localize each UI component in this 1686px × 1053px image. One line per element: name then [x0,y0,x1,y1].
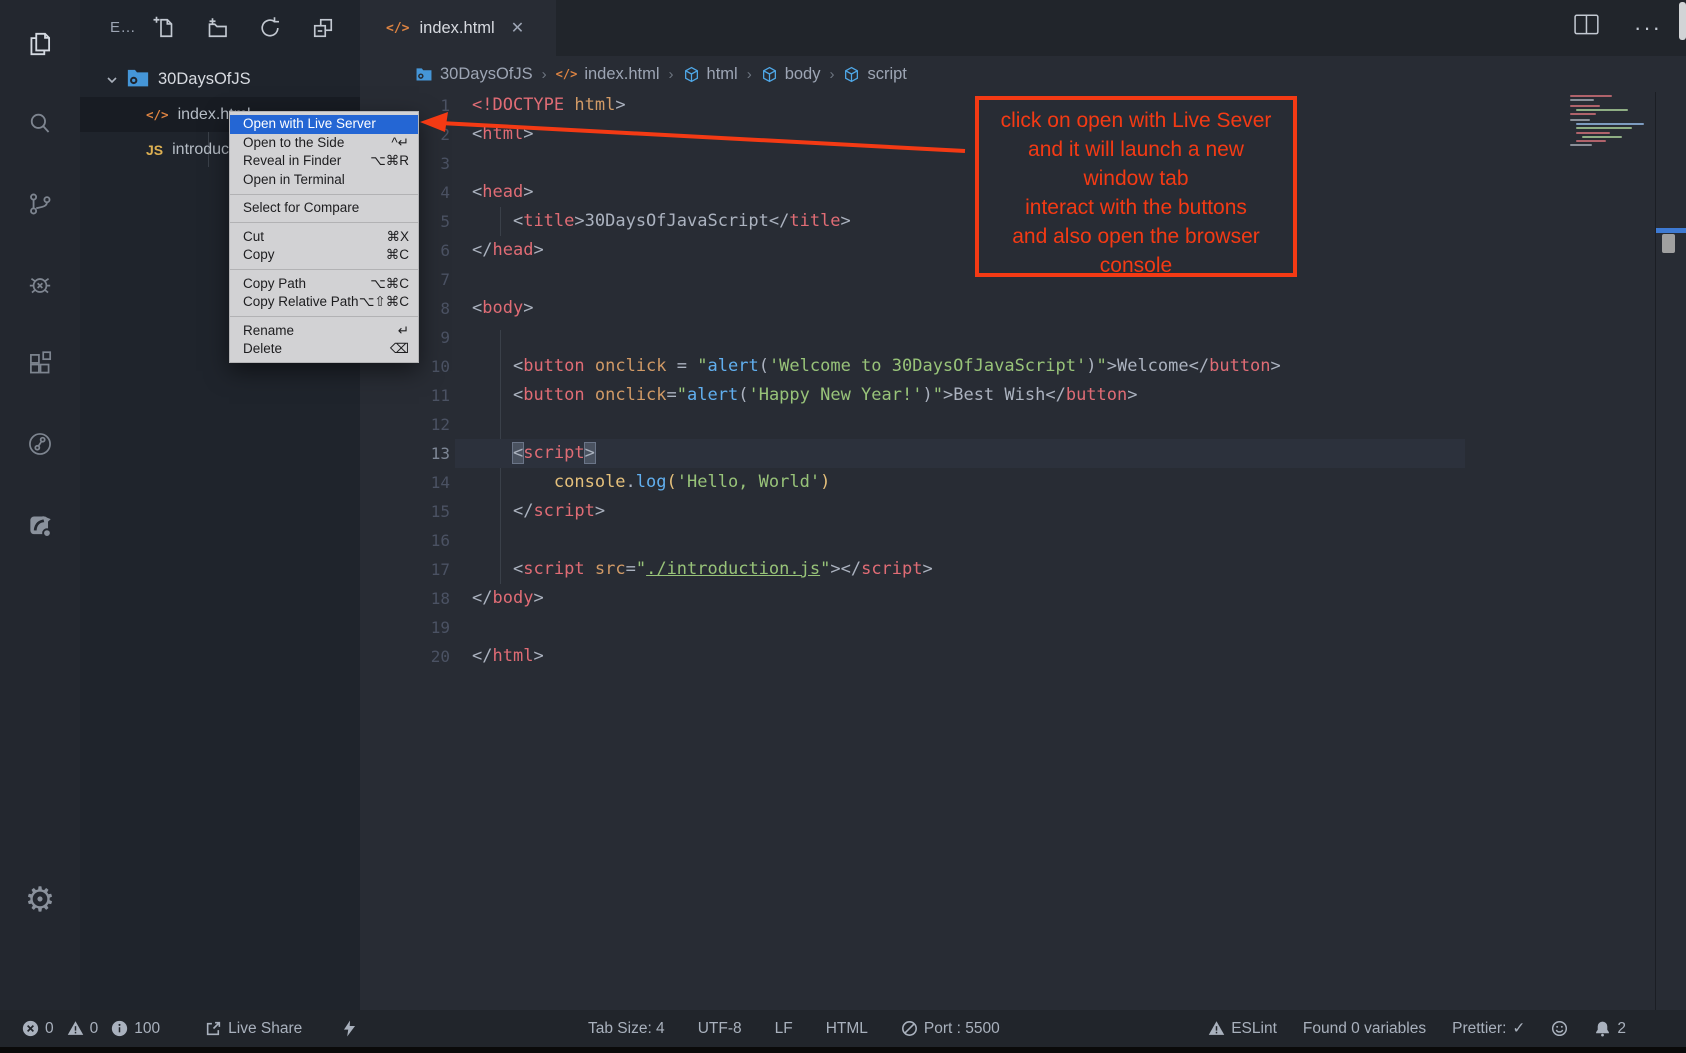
folder-icon [126,68,150,92]
folder-label: 30DaysOfJS [158,70,251,89]
info-icon [111,1020,128,1037]
line-number: 14 [360,468,450,497]
menu-item-open-in-terminal[interactable]: Open in Terminal [230,171,418,190]
menu-item-copy[interactable]: Copy⌘C [230,246,418,265]
minimap[interactable] [1570,95,1658,145]
code-line: <title>30DaysOfJavaScript</title> [472,207,851,236]
live-share-status[interactable]: Live Share [205,1020,302,1038]
code-line: <script src="./introduction.js"></script… [472,555,933,584]
menu-item-reveal-in-finder[interactable]: Reveal in Finder⌥⌘R [230,152,418,171]
vscode-window: ⚙ E… [0,0,1686,1053]
code-line: <!DOCTYPE html> [472,91,626,120]
annotation-box: click on open with Live Sever and it wil… [975,96,1297,277]
warning-icon [67,1020,84,1037]
line-number: 13 [360,439,450,468]
feedback-smiley[interactable] [1551,1020,1568,1037]
extensions-icon[interactable] [0,334,80,394]
live-share-icon[interactable] [0,414,80,474]
menu-item-select-for-compare[interactable]: Select for Compare [230,199,418,218]
refresh-icon[interactable] [258,16,282,45]
new-folder-icon[interactable] [205,16,229,45]
lightning-icon[interactable] [341,1020,358,1037]
line-number: 15 [360,497,450,526]
problems-warnings[interactable]: 0 [67,1020,99,1038]
html-file-icon: </> [146,107,169,122]
tab-size-status[interactable]: Tab Size: 4 [588,1020,665,1038]
problems-errors[interactable]: 0 [22,1020,54,1038]
menu-item-cut[interactable]: Cut⌘X [230,228,418,247]
overview-marker [1656,228,1686,233]
context-menu: Open with Live ServerOpen to the Side^↵R… [229,111,419,363]
search-icon[interactable] [0,94,80,154]
code-line: <html> [472,120,533,149]
check-icon: ✓ [1512,1019,1525,1038]
line-number: 17 [360,555,450,584]
chevron-down-icon [104,72,120,88]
encoding-status[interactable]: UTF-8 [698,1020,742,1038]
source-control-icon[interactable] [0,174,80,234]
menu-item-rename[interactable]: Rename↵ [230,322,418,341]
line-number: 18 [360,584,450,613]
prettier-status[interactable]: Prettier: ✓ [1452,1019,1525,1038]
menu-separator [230,194,418,195]
share-arrow-icon[interactable] [0,494,80,554]
window-bottom-edge [0,1047,1686,1053]
code-line: </body> [472,584,544,613]
menu-item-delete[interactable]: Delete⌫ [230,340,418,359]
variables-status[interactable]: Found 0 variables [1303,1020,1426,1038]
line-number: 12 [360,410,450,439]
menu-separator [230,316,418,317]
port-status[interactable]: Port : 5500 [901,1020,1000,1038]
share-icon [205,1020,222,1037]
code-line: <body> [472,294,533,323]
problems-infos[interactable]: 100 [111,1020,160,1038]
new-file-icon[interactable] [152,16,176,45]
settings-gear-icon[interactable]: ⚙ [0,870,80,930]
js-file-icon: JS [146,142,163,158]
code-line: </html> [472,642,544,671]
error-icon [22,1020,39,1037]
current-line-highlight [455,439,1465,468]
explorer-header: E… [80,0,360,56]
status-bar: 0 0 100 Live Share Tab Size: 4 UTF-8 LF … [0,1010,1686,1047]
collapse-all-icon[interactable] [311,16,335,45]
eol-status[interactable]: LF [775,1020,793,1038]
scrollbar-remnant [1679,2,1686,40]
code-line: </head> [472,236,544,265]
port-icon [901,1020,918,1037]
menu-item-open-to-the-side[interactable]: Open to the Side^↵ [230,134,418,153]
line-number: 19 [360,613,450,642]
activity-bar: ⚙ [0,0,80,1010]
line-number: 16 [360,526,450,555]
bell-icon [1594,1020,1611,1037]
debug-icon[interactable] [0,254,80,314]
folder-row-30daysofjs[interactable]: 30DaysOfJS [80,62,360,97]
files-icon[interactable] [0,14,80,74]
menu-item-copy-path[interactable]: Copy Path⌥⌘C [230,275,418,294]
code-line: <script> [472,439,595,468]
code-line: <head> [472,178,533,207]
code-line: <button onclick = "alert('Welcome to 30D… [472,352,1281,381]
warning-icon [1208,1020,1225,1037]
eslint-status[interactable]: ESLint [1208,1020,1277,1038]
code-line: console.log('Hello, World') [472,468,830,497]
language-status[interactable]: HTML [826,1020,868,1038]
explorer-title: E… [110,19,136,36]
menu-separator [230,222,418,223]
scrollbar-thumb[interactable] [1662,234,1675,253]
smiley-icon [1551,1020,1568,1037]
line-number: 20 [360,642,450,671]
code-line: </script> [472,497,605,526]
line-number: 11 [360,381,450,410]
notifications[interactable]: 2 [1594,1020,1626,1038]
code-line: <button onclick="alert('Happy New Year!'… [472,381,1138,410]
menu-item-open-with-live-server[interactable]: Open with Live Server [230,115,418,134]
menu-item-copy-relative-path[interactable]: Copy Relative Path⌥⇧⌘C [230,293,418,312]
menu-separator [230,269,418,270]
